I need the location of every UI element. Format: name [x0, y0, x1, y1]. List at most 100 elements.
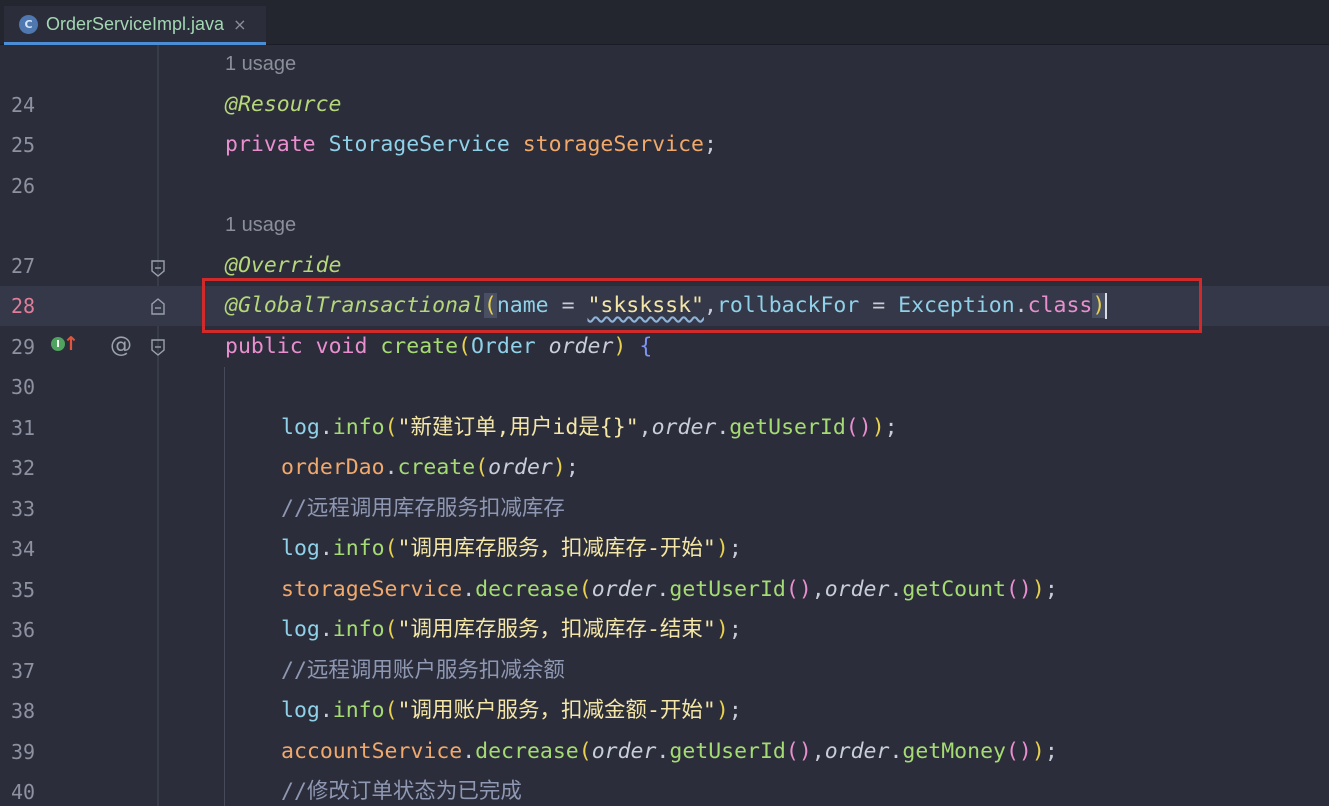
parameter: order — [651, 415, 717, 440]
object-name: log — [281, 415, 320, 440]
keyword: class — [1027, 293, 1093, 318]
line-number: 36 — [11, 618, 36, 642]
paren-open: ( — [384, 415, 398, 440]
keyword: public — [225, 334, 303, 359]
comment: //远程调用账户服务扣减余额 — [281, 658, 565, 683]
line-number: 33 — [11, 497, 36, 521]
usage-hint[interactable]: 1 usage — [225, 53, 296, 76]
code-text: log.info("调用账户服务，扣减金额-开始"); — [281, 698, 742, 723]
object-name: log — [281, 617, 320, 642]
inlay-hint-row: 1 usage — [0, 206, 1329, 246]
paren-pair: () — [1005, 739, 1032, 764]
method-name: create — [397, 455, 476, 480]
code-line-38[interactable]: 38 log.info("调用账户服务，扣减金额-开始"); — [0, 691, 1329, 731]
code-line-33[interactable]: 33 //远程调用库存服务扣减库存 — [0, 489, 1329, 529]
java-class-icon: C — [19, 14, 38, 34]
code-line-24[interactable]: 24 @Resource — [0, 85, 1329, 125]
code-text: public void create(Order order) { — [225, 334, 652, 360]
parameter: order — [488, 455, 553, 480]
method-name: info — [332, 415, 385, 440]
code-line-34[interactable]: 34 log.info("调用库存服务，扣减库存-开始"); — [0, 529, 1329, 569]
annotation-marker-icon[interactable]: @ — [110, 333, 132, 358]
string-literal: "调用库存服务，扣减库存-开始" — [397, 536, 716, 561]
operator: = — [859, 293, 899, 318]
editor-tab-bar: C OrderServiceImpl.java × — [0, 0, 1329, 45]
line-number: 34 — [11, 537, 36, 561]
method-name: info — [332, 617, 385, 642]
paren-pair: () — [785, 577, 812, 602]
line-number: 26 — [11, 174, 36, 198]
code-line-30[interactable]: 30 — [0, 367, 1329, 407]
code-line-35[interactable]: 35 storageService.decrease(order.getUser… — [0, 570, 1329, 610]
method-name: getUserId — [729, 415, 846, 440]
keyword: void — [315, 334, 368, 359]
parameter: order — [591, 577, 657, 602]
line-number: 40 — [11, 780, 36, 804]
parameter: order — [548, 334, 614, 359]
paren-close: ) — [871, 415, 885, 440]
method-name: getCount — [902, 577, 1006, 602]
code-line-36[interactable]: 36 log.info("调用库存服务，扣减库存-结束"); — [0, 610, 1329, 650]
method-name: decrease — [475, 739, 579, 764]
line-number: 27 — [11, 254, 36, 278]
object-name: accountService — [281, 739, 463, 764]
line-number: 32 — [11, 456, 36, 480]
paren-open: ( — [483, 293, 497, 318]
code-line-39[interactable]: 39 accountService.decrease(order.getUser… — [0, 732, 1329, 772]
paren-close: ) — [715, 698, 729, 723]
object-name: log — [281, 536, 320, 561]
line-number: 31 — [11, 416, 36, 440]
code-editor[interactable]: 1 usage 24 @Resource 25 private StorageS… — [0, 45, 1329, 806]
annotation: @GlobalTransactional — [225, 293, 484, 318]
code-text: log.info("调用库存服务，扣减库存-开始"); — [281, 536, 742, 561]
code-text: private StorageService storageService; — [225, 132, 717, 158]
method-name: getUserId — [669, 739, 786, 764]
string-literal: "skskssk" — [587, 293, 704, 318]
fold-marker-icon[interactable] — [150, 339, 166, 357]
fold-marker-icon[interactable] — [150, 260, 166, 278]
object-name: orderDao — [281, 455, 385, 480]
code-text: log.info("调用库存服务，扣减库存-结束"); — [281, 617, 742, 642]
paren-pair: () — [1005, 577, 1032, 602]
method-name: create — [380, 334, 459, 359]
code-line-25[interactable]: 25 private StorageService storageService… — [0, 125, 1329, 165]
fold-end-icon[interactable] — [150, 297, 166, 315]
line-number: 35 — [11, 578, 36, 602]
paren-open: ( — [475, 455, 489, 480]
usage-hint[interactable]: 1 usage — [225, 214, 296, 237]
keyword: private — [225, 132, 316, 157]
code-text: @Override — [225, 253, 342, 279]
parameter: order — [824, 739, 890, 764]
line-number: 30 — [11, 375, 36, 399]
brace-open: { — [639, 334, 653, 359]
line-number: 24 — [11, 93, 36, 117]
field-name: storageService — [522, 132, 704, 157]
code-text: accountService.decrease(order.getUserId(… — [281, 739, 1058, 764]
code-line-40[interactable]: 40 //修改订单状态为已完成 — [0, 772, 1329, 806]
code-line-31[interactable]: 31 log.info("新建订单,用户id是{}",order.getUser… — [0, 408, 1329, 448]
code-line-27[interactable]: 27 @Override — [0, 246, 1329, 286]
code-line-32[interactable]: 32 orderDao.create(order); — [0, 448, 1329, 488]
go-to-interface-arrow-icon[interactable]: ↑ — [63, 333, 79, 355]
dot: . — [1014, 293, 1028, 318]
code-line-26[interactable]: 26 — [0, 166, 1329, 206]
line-number: 25 — [11, 133, 36, 157]
code-line-28[interactable]: 28 @GlobalTransactional(name = "skskssk"… — [0, 286, 1329, 326]
inlay-hint-row: 1 usage — [0, 45, 1329, 85]
string-literal: "调用库存服务，扣减库存-结束" — [397, 617, 716, 642]
line-number: 38 — [11, 699, 36, 723]
comment: //远程调用库存服务扣减库存 — [281, 496, 565, 521]
tab-orderserviceimpl[interactable]: C OrderServiceImpl.java × — [4, 6, 266, 45]
comma: , — [703, 293, 717, 318]
paren-open: ( — [578, 739, 592, 764]
paren-pair: () — [845, 415, 872, 440]
method-name: info — [332, 536, 385, 561]
code-line-37[interactable]: 37 //远程调用账户服务扣减余额 — [0, 651, 1329, 691]
paren-open: ( — [384, 698, 398, 723]
type-name: StorageService — [328, 132, 510, 157]
paren-close: ) — [1031, 739, 1045, 764]
close-icon[interactable]: × — [233, 15, 246, 34]
string-literal: "调用账户服务，扣减金额-开始" — [397, 698, 716, 723]
paren-open: ( — [384, 617, 398, 642]
code-line-29[interactable]: 29 I ↑ @ public void create(Order order)… — [0, 327, 1329, 367]
